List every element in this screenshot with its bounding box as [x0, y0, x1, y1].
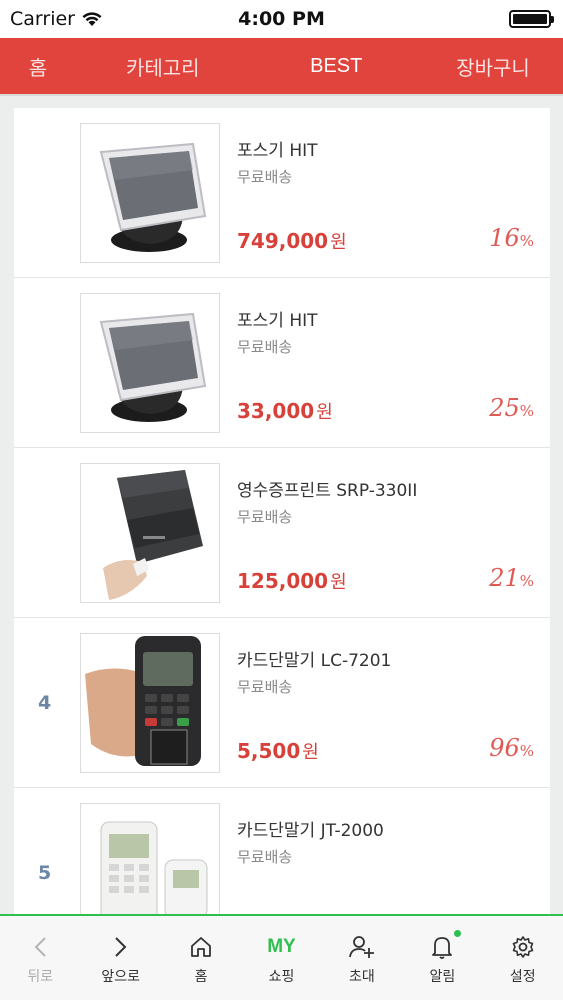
card-terminal-white-image[interactable] [80, 803, 220, 914]
tab-label: 뒤로 [27, 969, 54, 985]
product-item[interactable]: 5 카드단말기 JT-2000 무료배송 [14, 788, 550, 914]
discount-percent: % [519, 572, 534, 590]
topnav-home[interactable]: 홈 [0, 52, 76, 81]
discount-value: 21 [489, 564, 520, 592]
product-name: 포스기 HIT [237, 141, 318, 161]
card-terminal-image[interactable] [80, 633, 220, 773]
tab-label: 초대 [349, 969, 375, 985]
tab-label: 설정 [509, 969, 536, 985]
topnav-best[interactable]: BEST [250, 55, 424, 78]
tab-back[interactable]: 뒤로 [0, 916, 80, 1000]
gear-icon [511, 932, 535, 962]
tab-forward[interactable]: 앞으로 [80, 916, 160, 1000]
tab-invite[interactable]: 초대 [322, 916, 402, 1000]
invite-user-icon [348, 932, 375, 962]
wifi-icon [82, 12, 102, 26]
product-item[interactable]: 영수증프린트 SRP-330II 무료배송 125,000 원 21% [14, 448, 550, 618]
top-navigation: 홈 카테고리 BEST 장바구니 [0, 38, 563, 96]
forward-chevron-icon [114, 932, 128, 962]
tab-label: 알림 [429, 969, 456, 985]
price-value: 749,000 [237, 229, 329, 253]
price-value: 33,000 [237, 399, 315, 423]
tab-settings[interactable]: 설정 [483, 916, 563, 1000]
product-name: 영수증프린트 SRP-330II [237, 481, 418, 501]
receipt-printer-image[interactable] [80, 463, 220, 603]
discount-percent: % [519, 742, 534, 760]
home-icon [189, 932, 213, 962]
my-shopping-icon: MY [267, 932, 296, 962]
discount-value: 96 [489, 734, 520, 762]
product-price: 125,000 원 [237, 568, 347, 594]
back-chevron-icon [33, 932, 47, 962]
product-price: 33,000 원 [237, 398, 333, 424]
carrier-indicator: Carrier [10, 8, 103, 30]
product-list: 포스기 HIT 무료배송 749,000 원 16% 포스기 HIT 무료배송 3… [14, 108, 550, 914]
price-value: 125,000 [237, 569, 329, 593]
my-icon-text: MY [267, 936, 296, 957]
discount-percent: % [519, 402, 534, 420]
price-currency: 원 [330, 572, 347, 593]
discount-rate: 16% [489, 224, 534, 252]
product-name: 카드단말기 LC-7201 [237, 651, 392, 671]
topnav-category[interactable]: 카테고리 [76, 52, 250, 81]
tab-label: 홈 [194, 969, 208, 985]
product-item[interactable]: 포스기 HIT 무료배송 33,000 원 25% [14, 278, 550, 448]
shipping-label: 무료배송 [237, 338, 293, 356]
discount-rate: 21% [489, 564, 534, 592]
discount-rate: 25% [489, 394, 534, 422]
price-currency: 원 [316, 402, 333, 423]
product-name: 포스기 HIT [237, 311, 318, 331]
product-rank: 4 [38, 692, 52, 714]
carrier-label: Carrier [10, 8, 75, 30]
discount-percent: % [519, 232, 534, 250]
product-name: 카드단말기 JT-2000 [237, 821, 384, 841]
price-value: 5,500 [237, 739, 301, 763]
product-rank: 5 [38, 862, 52, 884]
shipping-label: 무료배송 [237, 848, 293, 866]
tab-label: 앞으로 [101, 969, 140, 985]
discount-rate: 96% [489, 734, 534, 762]
tab-my-shopping[interactable]: MY 쇼핑 [241, 916, 321, 1000]
notification-dot [454, 930, 462, 937]
price-currency: 원 [302, 742, 319, 763]
shipping-label: 무료배송 [237, 678, 293, 696]
pos-terminal-image[interactable] [80, 123, 220, 263]
product-price: 5,500 원 [237, 738, 319, 764]
product-price: 749,000 원 [237, 228, 347, 254]
tab-home[interactable]: 홈 [161, 916, 241, 1000]
shipping-label: 무료배송 [237, 508, 293, 526]
price-currency: 원 [330, 232, 347, 253]
topnav-cart[interactable]: 장바구니 [423, 52, 563, 81]
tab-notifications[interactable]: 알림 [402, 916, 482, 1000]
discount-value: 25 [489, 394, 520, 422]
shipping-label: 무료배송 [237, 168, 293, 186]
product-item[interactable]: 포스기 HIT 무료배송 749,000 원 16% [14, 108, 550, 278]
product-item[interactable]: 4 카드단말기 LC-7201 무료배송 5,500 원 96% [14, 618, 550, 788]
status-bar: Carrier 4:00 PM [0, 0, 563, 38]
discount-value: 16 [489, 224, 520, 252]
tab-label: 쇼핑 [268, 969, 295, 985]
pos-terminal-image[interactable] [80, 293, 220, 433]
battery-icon [509, 10, 554, 28]
bottom-tab-bar: 뒤로 앞으로 홈 MY 쇼핑 초대 알림 설정 [0, 914, 563, 1000]
bell-icon [430, 932, 454, 962]
